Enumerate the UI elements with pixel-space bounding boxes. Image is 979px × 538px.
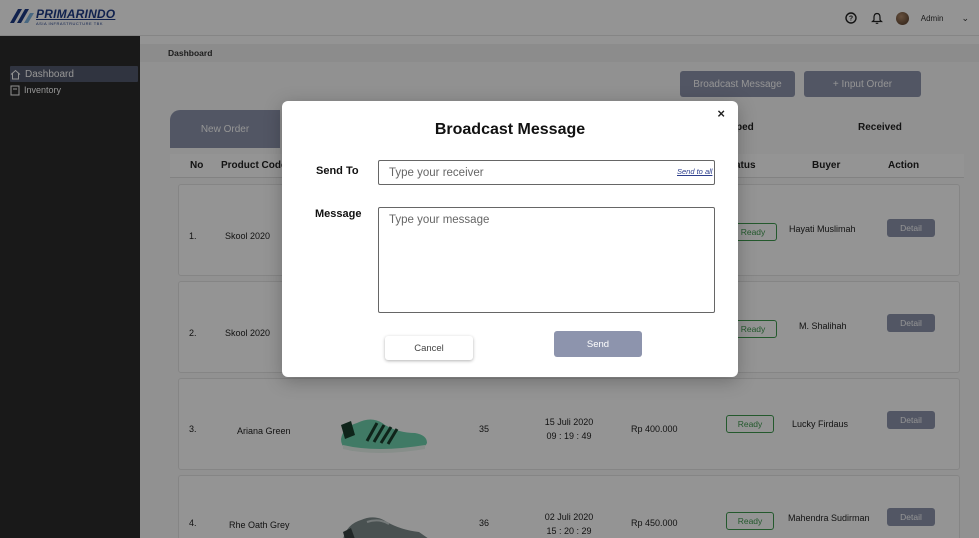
dialog-title: Broadcast Message [434, 121, 586, 138]
send-button[interactable]: Send [554, 331, 642, 357]
send-to-label: Send To [316, 165, 359, 177]
broadcast-message-dialog: × Broadcast Message Send To Send to all … [282, 101, 738, 377]
send-to-all-link[interactable]: Send to all [677, 167, 712, 176]
send-to-input[interactable] [378, 160, 715, 185]
message-textarea[interactable] [378, 207, 715, 313]
close-icon[interactable]: × [717, 106, 725, 121]
message-label: Message [315, 208, 362, 220]
cancel-button[interactable]: Cancel [385, 336, 473, 360]
